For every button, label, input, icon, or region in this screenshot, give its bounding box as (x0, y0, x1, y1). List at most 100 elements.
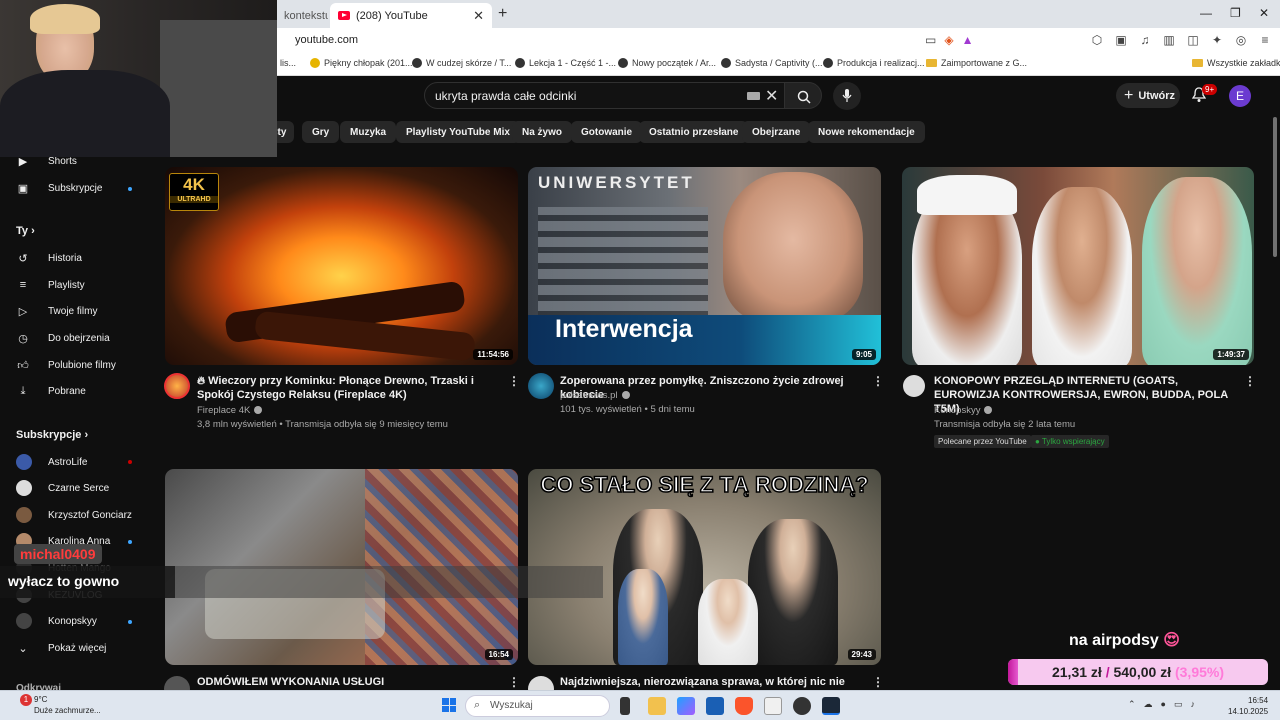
brave-shield-icon[interactable]: ◈ (944, 33, 953, 47)
sidebar-item-watch-later[interactable]: ◷ Do obejrzenia (16, 328, 110, 348)
sub-item[interactable]: AstroLife (16, 452, 87, 472)
you-section-header[interactable]: Ty › (16, 225, 35, 237)
cast-icon[interactable]: ▭ (925, 33, 936, 47)
vpn-icon[interactable]: ◎ (1234, 33, 1248, 47)
bookmark-item[interactable]: W cudzej skórze / T... (412, 58, 511, 68)
minimize-window-icon[interactable]: — (1200, 6, 1212, 20)
new-tab-button[interactable]: + (498, 5, 507, 23)
video-meta: Transmisja odbyła się 2 lata temu (934, 419, 1076, 430)
taskbar-clock[interactable]: 16:54 14.10.2025 (1228, 695, 1268, 717)
video-thumbnail[interactable]: 1:49:37 (902, 167, 1254, 365)
bookmark-item[interactable]: Piękny chłopak (201... (310, 58, 413, 68)
bookmark-item[interactable]: lis... (280, 58, 296, 68)
chip-games[interactable]: Gry (302, 121, 340, 143)
more-actions-icon[interactable]: ⋮ (508, 675, 520, 689)
brave-browser-icon[interactable] (735, 697, 753, 715)
task-view-icon[interactable] (620, 697, 630, 715)
donation-progress-bar: 21,31 zł / 540,00 zł (3,95%) (1008, 659, 1268, 685)
chip-cooking[interactable]: Gotowanie (571, 121, 643, 143)
brave-rewards-icon[interactable]: ▲ (962, 33, 974, 47)
subscriptions-section-header[interactable]: Subskrypcje › (16, 429, 88, 441)
close-window-icon[interactable]: ✕ (1259, 6, 1269, 20)
tab-youtube[interactable]: (208) YouTube ✕ (330, 3, 492, 28)
channel-avatar[interactable] (903, 375, 925, 397)
tab-inactive[interactable]: kontekstu (276, 3, 328, 28)
obs-icon[interactable] (793, 697, 811, 715)
more-actions-icon[interactable]: ⋮ (872, 675, 884, 689)
all-bookmarks-folder[interactable]: Wszystkie zakładki (1192, 58, 1280, 68)
copilot-icon[interactable] (677, 697, 695, 715)
sub-item[interactable]: Czarne Serce (16, 478, 109, 498)
extensions-icon[interactable]: ⬡ (1090, 33, 1104, 47)
scrollbar-thumb[interactable] (1273, 117, 1277, 257)
sub-item[interactable]: Konopskyy (16, 611, 97, 631)
sidebar-item-your-videos[interactable]: ▷ Twoje filmy (16, 301, 98, 321)
menu-icon[interactable]: ≡ (1258, 33, 1272, 47)
create-label: Utwórz (1138, 89, 1176, 102)
steam-icon[interactable] (822, 697, 840, 715)
bookmark-item[interactable]: Produkcja i realizacj... (823, 58, 925, 68)
channel-avatar[interactable] (528, 373, 554, 399)
sub-item[interactable]: Krzysztof Gonciarz (16, 505, 132, 525)
mic-tray-icon[interactable]: ● (1161, 699, 1166, 710)
chip-mix-playlists[interactable]: Playlisty YouTube Mix (396, 121, 520, 143)
close-tab-icon[interactable]: ✕ (473, 8, 484, 24)
bookmark-item[interactable]: Sadysta / Captivity (... (721, 58, 823, 68)
video-title[interactable]: 🔥︎ Wieczory przy Kominku: Płonące Drewno… (197, 374, 497, 402)
display-icon[interactable]: ▭ (1174, 699, 1183, 710)
video-thumbnail[interactable]: 4K ULTRAHD 11:54:56 (165, 167, 518, 365)
chip-watched[interactable]: Obejrzane (742, 121, 811, 143)
channel-avatar[interactable] (164, 373, 190, 399)
bookmark-item[interactable]: Nowy początek / Ar... (618, 58, 716, 68)
video-title[interactable]: ODMÓWIŁEM WYKONANIA USŁUGI (197, 675, 497, 689)
channel-name[interactable]: Fireplace 4K (197, 404, 263, 418)
sidebar-item-playlists[interactable]: ≡ Playlisty (16, 275, 85, 295)
weather-widget[interactable]: 9°C Duże zachmurze... (34, 694, 101, 716)
chip-new-recommendations[interactable]: Nowe rekomendacje (808, 121, 925, 143)
show-hidden-icons-icon[interactable]: ⌃ (1128, 699, 1136, 710)
channel-name[interactable]: polsatnews.pl (560, 389, 630, 403)
store-icon[interactable] (706, 697, 724, 715)
account-avatar[interactable]: E (1229, 85, 1251, 107)
bookmark-favicon-icon (823, 58, 833, 68)
sidebar-item-subscriptions[interactable]: ▣ Subskrypcje (16, 178, 103, 198)
voice-search-button[interactable] (833, 82, 861, 110)
clear-search-icon[interactable]: ✕ (765, 86, 778, 106)
url-field[interactable]: youtube.com (295, 34, 358, 46)
video-duration: 11:54:56 (473, 349, 513, 360)
tab-youtube-title: (208) YouTube (356, 9, 428, 22)
chip-live[interactable]: Na żywo (512, 121, 573, 143)
file-explorer-icon[interactable] (648, 697, 666, 715)
search-button[interactable] (784, 82, 822, 109)
video-thumbnail[interactable]: UNIWERSYTET Interwencja 9:05 (528, 167, 881, 365)
chip-recently-uploaded[interactable]: Ostatnio przesłane (639, 121, 749, 143)
playlists-icon: ≡ (19, 279, 27, 291)
sidebar-item-history[interactable]: ↺ Historia (16, 248, 82, 268)
wallet2-icon[interactable]: ◫ (1186, 33, 1200, 47)
chip-music[interactable]: Muzyka (340, 121, 397, 143)
sidebar-item-liked[interactable]: 👍︎ Polubione filmy (16, 355, 116, 375)
music-icon[interactable]: ♫ (1138, 33, 1152, 47)
taskbar-search-input[interactable]: ⌕ Wyszukaj (465, 695, 610, 717)
maximize-window-icon[interactable]: ❐ (1230, 6, 1241, 20)
more-actions-icon[interactable]: ⋮ (1244, 374, 1256, 388)
keyboard-icon[interactable] (747, 92, 760, 100)
more-actions-icon[interactable]: ⋮ (872, 374, 884, 388)
more-actions-icon[interactable]: ⋮ (508, 374, 520, 388)
create-button[interactable]: + Utwórz (1116, 83, 1180, 108)
cloud-icon[interactable]: ☁ (1144, 699, 1153, 710)
bookmark-folder[interactable]: Zaimportowane z G... (926, 58, 1027, 68)
page-scrollbar[interactable] (1270, 77, 1280, 690)
volume-icon[interactable]: ♪ (1191, 699, 1196, 710)
wallet-icon[interactable]: ▣ (1114, 33, 1128, 47)
sidebar-item-downloads[interactable]: ⤓ Pobrane (16, 381, 86, 401)
bookmark-item[interactable]: Lekcja 1 - Część 1 -... (515, 58, 616, 68)
channel-name[interactable]: Konopskyy (934, 404, 993, 418)
history-icon: ↺ (18, 252, 28, 265)
leo-icon[interactable]: ✦ (1210, 33, 1224, 47)
notepad-icon[interactable] (764, 697, 782, 715)
search-input[interactable]: ukryta prawda całe odcinki ✕ (424, 82, 786, 109)
windows-start-icon[interactable] (442, 698, 456, 712)
sidebar-toggle-icon[interactable]: ▥ (1162, 33, 1176, 47)
show-more-button[interactable]: ⌄ Pokaż więcej (16, 638, 106, 658)
